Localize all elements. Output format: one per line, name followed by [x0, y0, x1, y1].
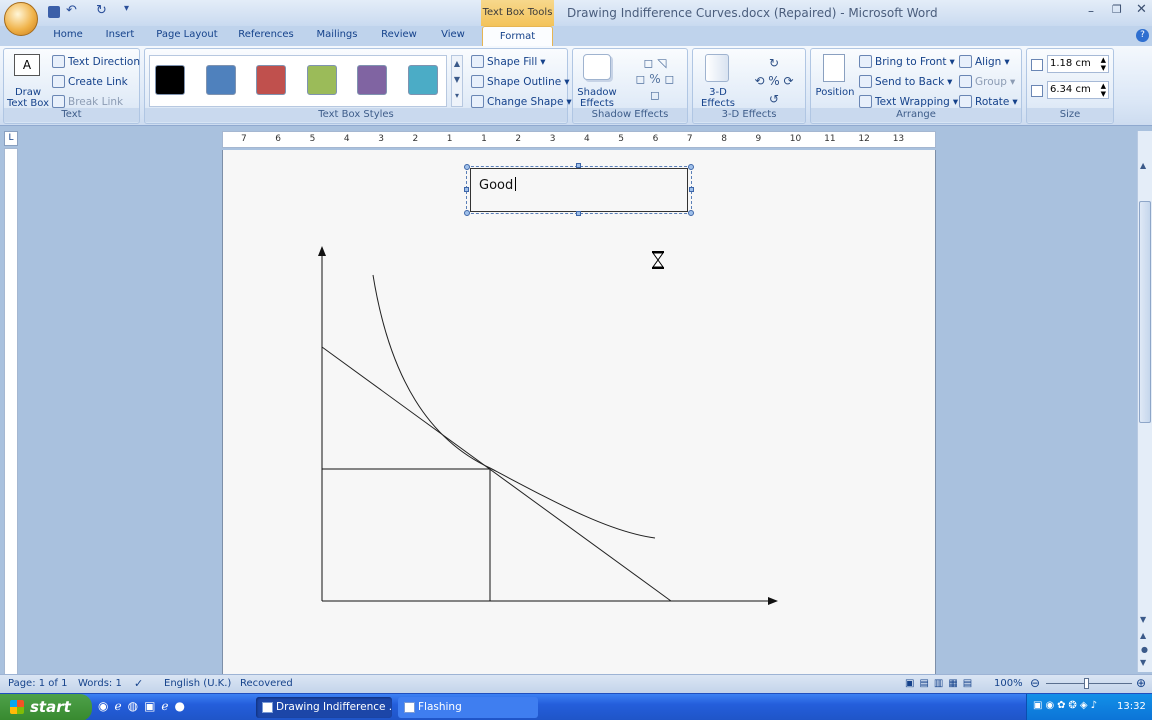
firefox-icon[interactable]: ◍ [128, 699, 144, 713]
resize-handle[interactable] [689, 187, 694, 192]
start-button[interactable]: start [0, 694, 92, 720]
word-doc-icon [262, 702, 273, 713]
status-bar: Page: 1 of 1 Words: 1 ✓ English (U.K.) R… [0, 674, 1152, 693]
taskbar-word-window[interactable]: Drawing Indifference ... [256, 697, 392, 718]
word-count[interactable]: Words: 1 [78, 678, 122, 689]
resize-handle[interactable] [464, 164, 470, 170]
recovered-status: Recovered [240, 678, 293, 689]
zoom-slider-thumb[interactable] [1084, 678, 1089, 689]
page-count[interactable]: Page: 1 of 1 [8, 678, 67, 689]
x-axis-arrow [768, 597, 778, 605]
clock: 13:32 [1117, 701, 1146, 712]
view-buttons[interactable]: ▣▤▥▦▤ [905, 678, 977, 689]
office-button[interactable] [4, 2, 38, 36]
indifference-curve-drawing[interactable] [0, 0, 1152, 720]
system-tray: ▣◉✿❂◈♪ 13:32 [1026, 694, 1152, 720]
resize-handle[interactable] [688, 164, 694, 170]
media-icon[interactable]: ▣ [144, 699, 161, 713]
text-box-content[interactable]: Good [479, 178, 513, 193]
ie-icon[interactable]: ℯ [161, 699, 174, 713]
resize-handle[interactable] [464, 187, 469, 192]
vertical-scrollbar[interactable]: ▲ ▼ ▲ ● ▼ [1137, 131, 1152, 672]
resize-handle[interactable] [688, 210, 694, 216]
zoom-slider[interactable] [1046, 683, 1132, 684]
windows-logo-icon [10, 700, 24, 714]
scroll-thumb[interactable] [1139, 201, 1151, 423]
language[interactable]: English (U.K.) [164, 678, 231, 689]
proofing-icon[interactable]: ✓ [134, 677, 143, 690]
scroll-down-arrow[interactable]: ▼ [1140, 615, 1146, 624]
next-page-icon[interactable]: ▼ [1140, 658, 1146, 667]
y-axis-arrow [318, 246, 326, 256]
scroll-up-arrow[interactable]: ▲ [1140, 161, 1146, 170]
zoom-level[interactable]: 100% [994, 678, 1023, 689]
text-cursor [515, 177, 517, 191]
resize-handle[interactable] [576, 163, 581, 168]
chrome-icon[interactable]: ◉ [98, 699, 114, 713]
resize-handle[interactable] [464, 210, 470, 216]
budget-line [321, 346, 672, 602]
taskbar: start ◉ℯ◍▣ℯ● Drawing Indifference ... Fl… [0, 693, 1152, 720]
flashing-app-icon [404, 702, 415, 713]
taskbar-flashing-window[interactable]: Flashing [398, 697, 538, 718]
previous-page-icon[interactable]: ▲ [1140, 631, 1146, 640]
browse-object-icon[interactable]: ● [1141, 645, 1148, 654]
zoom-in-button[interactable]: ⊕ [1136, 676, 1146, 690]
resize-handle[interactable] [576, 211, 581, 216]
quick-launch: ◉ℯ◍▣ℯ● [98, 699, 191, 713]
zoom-out-button[interactable]: ⊖ [1030, 676, 1040, 690]
hourglass-cursor-icon [652, 251, 664, 269]
tray-icons[interactable]: ▣◉✿❂◈♪ [1033, 700, 1100, 711]
app-icon[interactable]: ● [175, 699, 191, 713]
indifference-curve [372, 274, 656, 539]
text-box[interactable]: Good [470, 168, 688, 212]
ie-icon[interactable]: ℯ [114, 699, 127, 713]
